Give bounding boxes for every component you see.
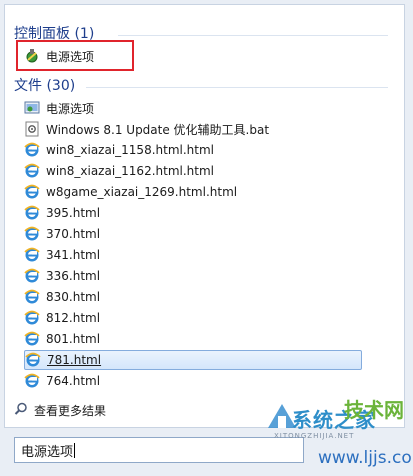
file-result-label: 781.html — [47, 353, 102, 367]
watermark-url: www.ljjs.com — [318, 448, 413, 468]
section-divider — [86, 87, 388, 88]
file-result-item[interactable]: Windows 8.1 Update 优化辅助工具.bat — [24, 119, 362, 139]
file-result-item[interactable]: 801.html — [24, 329, 362, 349]
file-result-label: 764.html — [46, 374, 101, 388]
file-result-label: 电源选项 — [46, 101, 95, 116]
ie-icon — [24, 184, 40, 200]
ie-icon — [24, 205, 40, 221]
file-result-item[interactable]: win8_xiazai_1158.html.html — [24, 140, 362, 160]
file-result-label: 341.html — [46, 248, 101, 262]
ie-icon — [24, 268, 40, 284]
file-result-item[interactable]: 764.html — [24, 371, 362, 391]
file-result-item[interactable]: 370.html — [24, 224, 362, 244]
ie-icon — [24, 331, 40, 347]
file-result-label: 801.html — [46, 332, 101, 346]
control-panel-icon — [24, 100, 40, 116]
file-result-label: win8_xiazai_1162.html.html — [46, 164, 214, 178]
ie-icon — [24, 247, 40, 263]
batch-file-icon — [24, 121, 40, 137]
ie-icon — [24, 142, 40, 158]
file-result-item[interactable]: 781.html — [24, 350, 362, 370]
ie-icon — [25, 352, 41, 368]
file-result-item[interactable]: 830.html — [24, 287, 362, 307]
file-result-label: 830.html — [46, 290, 101, 304]
file-result-label: 336.html — [46, 269, 101, 283]
ie-icon — [24, 373, 40, 389]
file-result-item[interactable]: 395.html — [24, 203, 362, 223]
file-result-label: 370.html — [46, 227, 101, 241]
file-result-item[interactable]: 812.html — [24, 308, 362, 328]
file-result-item[interactable]: 341.html — [24, 245, 362, 265]
search-icon — [14, 402, 28, 419]
watermark-logo: 系统之家 技术网 XITONGZHIJIA.NET www.ljjs.com — [262, 398, 413, 476]
section-divider — [118, 35, 388, 36]
file-result-label: 395.html — [46, 206, 101, 220]
search-input-value: 电源选项 — [21, 444, 74, 460]
ie-icon — [24, 310, 40, 326]
see-more-label: 查看更多结果 — [34, 403, 107, 418]
file-result-label: Windows 8.1 Update 优化辅助工具.bat — [46, 122, 270, 137]
ie-icon — [24, 163, 40, 179]
file-result-label: win8_xiazai_1158.html.html — [46, 143, 214, 157]
file-result-label: w8game_xiazai_1269.html.html — [46, 185, 238, 199]
file-result-item[interactable]: 电源选项 — [24, 98, 362, 118]
files-header: 文件 (30) — [14, 78, 76, 94]
see-more-results-link[interactable]: 查看更多结果 — [14, 400, 106, 420]
file-result-item[interactable]: 336.html — [24, 266, 362, 286]
file-result-item[interactable]: w8game_xiazai_1269.html.html — [24, 182, 362, 202]
watermark-tag: 技术网 — [344, 398, 404, 422]
file-result-item[interactable]: win8_xiazai_1162.html.html — [24, 161, 362, 181]
search-input[interactable]: 电源选项 — [14, 437, 304, 463]
text-caret — [74, 442, 76, 458]
file-result-label: 812.html — [46, 311, 101, 325]
ie-icon — [24, 226, 40, 242]
red-highlight-annotation — [16, 40, 134, 71]
watermark-sub: XITONGZHIJIA.NET — [274, 432, 355, 440]
ie-icon — [24, 289, 40, 305]
